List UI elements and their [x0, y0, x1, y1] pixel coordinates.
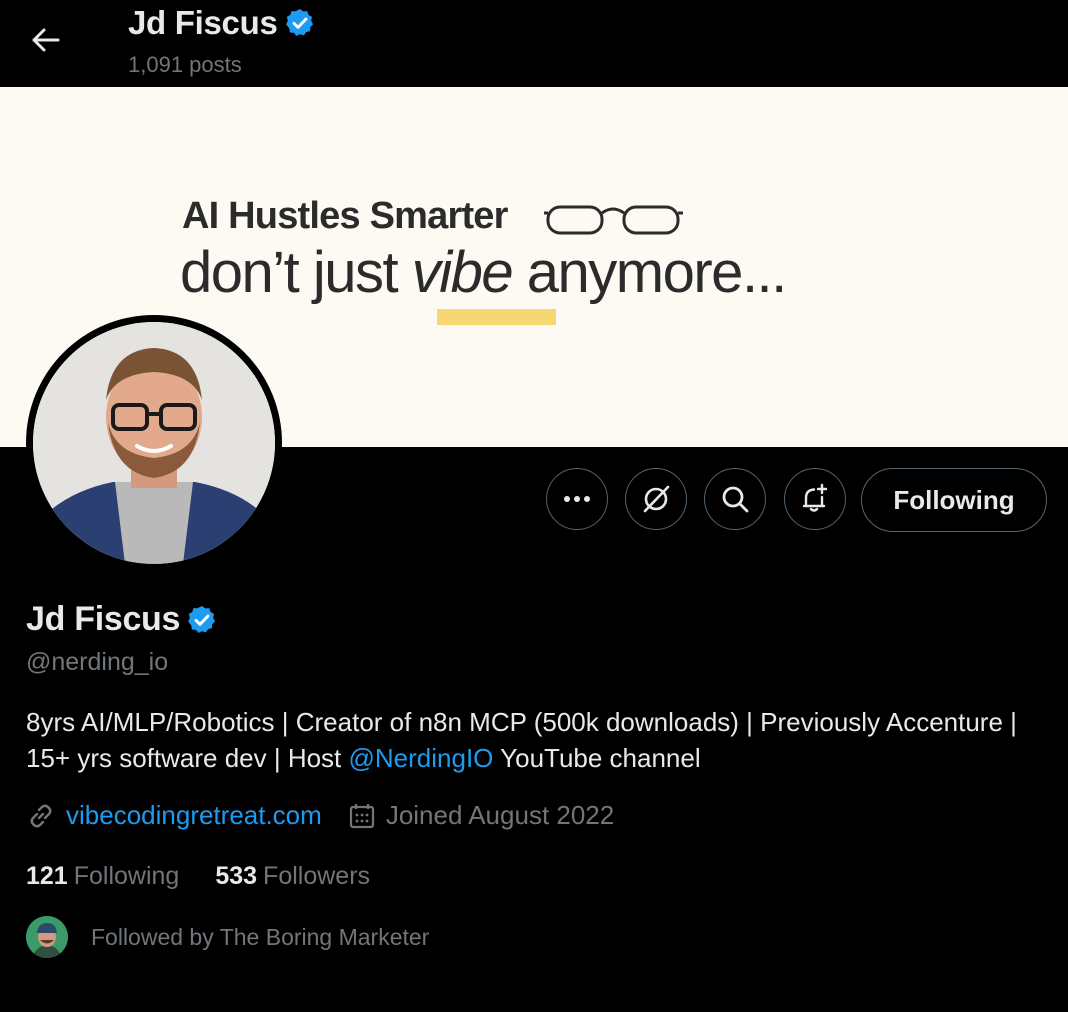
- verified-badge-icon: [285, 9, 313, 36]
- header-title: Jd Fiscus: [128, 4, 316, 42]
- more-button[interactable]: [546, 468, 608, 530]
- grok-icon: [643, 485, 670, 513]
- following-button[interactable]: Following: [861, 468, 1047, 532]
- link-icon: [30, 804, 52, 827]
- banner-headline: AI Hustles Smarter: [182, 195, 508, 237]
- profile-actions: Following: [0, 468, 1068, 534]
- followed-by-text: Followed by The Boring Marketer: [91, 923, 430, 950]
- banner-highlight-bar: [437, 309, 556, 325]
- banner-tagline-post: anymore...: [512, 240, 788, 305]
- verified-badge-icon[interactable]: [186, 604, 218, 636]
- profile-meta: vibecodingretreat.com Joined August 2022: [26, 800, 614, 831]
- followers-stat[interactable]: 533 Followers: [215, 862, 370, 891]
- more-icon: [564, 496, 590, 502]
- arrow-left-icon: [32, 28, 60, 52]
- post-count: 1,091 posts: [128, 52, 242, 77]
- bio-text-end: YouTube channel: [493, 743, 701, 773]
- follow-stats: 121 Following 533 Followers: [26, 862, 370, 891]
- profile-display-name: Jd Fiscus: [26, 600, 181, 638]
- notifications-button[interactable]: [784, 468, 846, 530]
- header-name: Jd Fiscus: [128, 4, 278, 41]
- following-count: 121: [26, 862, 68, 890]
- calendar-icon: [349, 803, 374, 828]
- glasses-icon: [544, 205, 683, 235]
- banner-tagline-emphasis: vibe: [411, 240, 514, 305]
- followed-by[interactable]: Followed by The Boring Marketer: [26, 916, 429, 958]
- website-link[interactable]: vibecodingretreat.com: [66, 800, 322, 831]
- search-button[interactable]: [704, 468, 766, 530]
- top-bar: Jd Fiscus 1,091 posts: [0, 0, 1068, 87]
- profile-handle: @nerding_io: [26, 648, 169, 676]
- bio-mention-link[interactable]: @NerdingIO: [349, 743, 494, 773]
- followers-count: 533: [215, 862, 258, 890]
- joined-date: Joined August 2022: [385, 800, 615, 830]
- grok-button[interactable]: [625, 468, 687, 530]
- followers-label: Followers: [263, 862, 371, 890]
- banner-tagline-pre: don’t just: [180, 240, 412, 305]
- banner-tagline: don’t just vibe anymore...: [180, 239, 788, 306]
- profile-bio: 8yrs AI/MLP/Robotics | Creator of n8n MC…: [26, 704, 1026, 776]
- profile-name: Jd Fiscus: [26, 600, 218, 639]
- back-button[interactable]: [20, 18, 72, 62]
- following-label: Following: [73, 862, 180, 890]
- search-icon: [722, 486, 749, 513]
- follower-avatar: [26, 916, 68, 958]
- following-stat[interactable]: 121 Following: [26, 862, 179, 891]
- bell-plus-icon: [802, 483, 828, 512]
